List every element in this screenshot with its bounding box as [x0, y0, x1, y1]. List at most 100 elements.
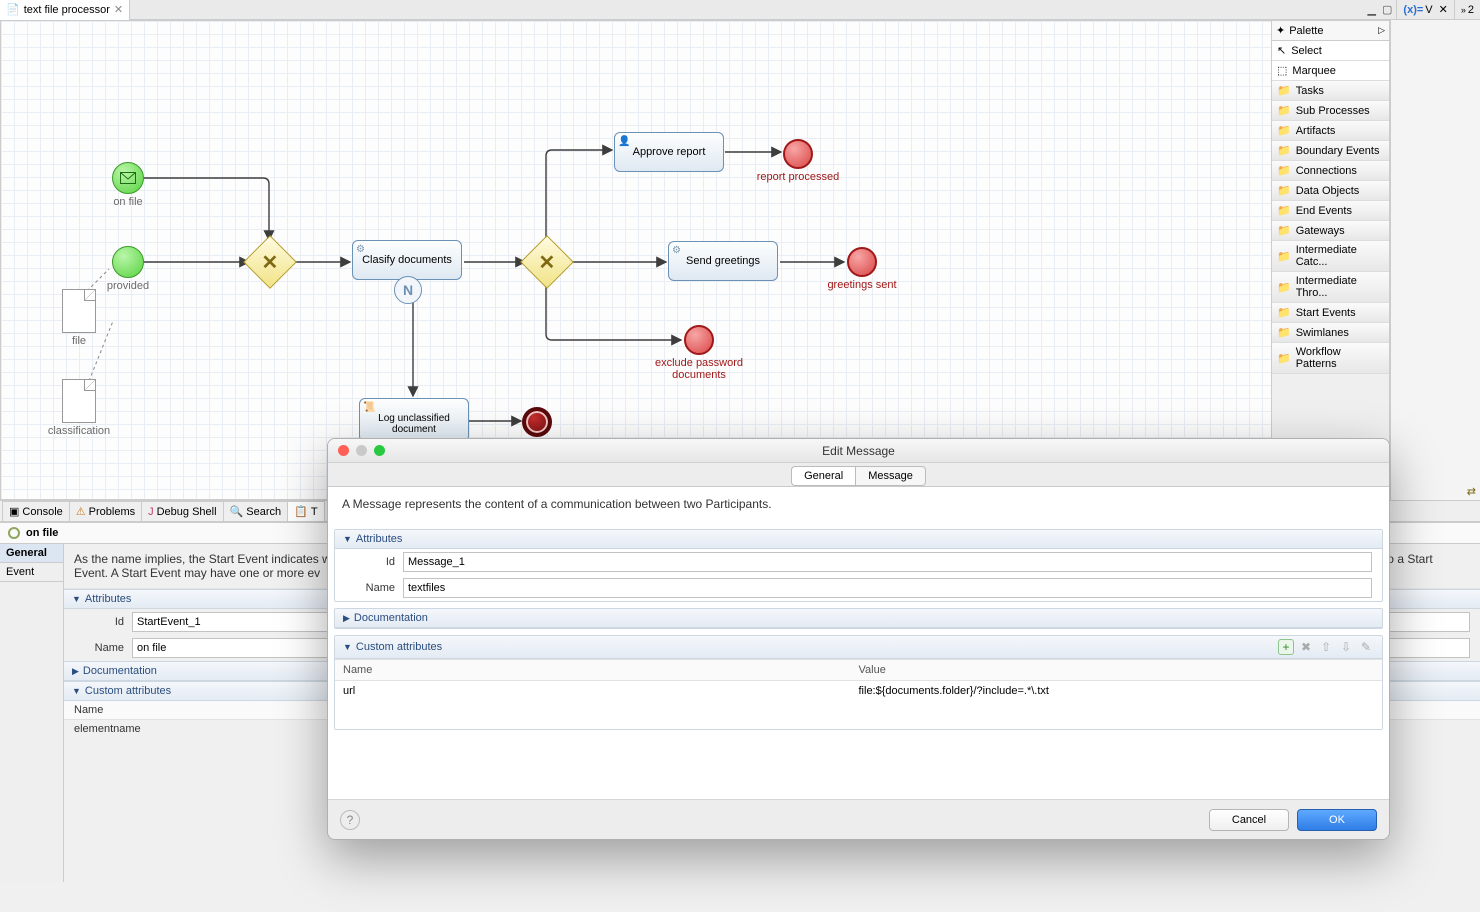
help-button[interactable]: ? [340, 810, 360, 830]
script-icon: 📜 [363, 402, 375, 413]
start-event-message-label: on file [58, 196, 198, 208]
col-value: Value [859, 664, 1375, 676]
palette-cat-tasks[interactable]: 📁Tasks [1272, 81, 1389, 101]
data-object-file[interactable]: file [62, 289, 96, 333]
properties-title: on file [26, 527, 58, 539]
chevron-down-icon: ▼ [72, 594, 81, 604]
dialog-section-custom-head[interactable]: ▼ Custom attributes + ✖ ⇧ ⇩ ✎ [335, 636, 1382, 659]
tab-console[interactable]: ▣Console [2, 501, 70, 521]
folder-icon: 📁 [1277, 84, 1291, 97]
chevron-right-icon[interactable]: ▷ [1378, 25, 1385, 36]
edit-attribute-button[interactable]: ✎ [1358, 639, 1374, 655]
folder-icon: 📁 [1277, 352, 1291, 365]
section-label: Documentation [83, 665, 157, 677]
dialog-name-input[interactable] [403, 578, 1372, 598]
dialog-section-documentation-head[interactable]: ▶Documentation [335, 609, 1382, 628]
palette-cat-connections[interactable]: 📁Connections [1272, 161, 1389, 181]
gateway-split[interactable]: ✕ [528, 243, 566, 281]
task-log-unclassified[interactable]: 📜Log unclassified document [359, 398, 469, 442]
palette-icon: ✦ [1276, 24, 1285, 37]
custom-attr-table-header: Name Value [335, 660, 1382, 681]
task-send-greetings[interactable]: ⚙Send greetings [668, 241, 778, 281]
palette-cat-label: Gateways [1296, 225, 1345, 237]
ok-button[interactable]: OK [1297, 809, 1377, 831]
palette-cat-swimlanes[interactable]: 📁Swimlanes [1272, 323, 1389, 343]
palette-header[interactable]: ✦ Palette ▷ [1272, 21, 1389, 41]
data-object-classification[interactable]: classification [62, 379, 96, 423]
palette-cat-workflowpatterns[interactable]: 📁Workflow Patterns [1272, 343, 1389, 374]
palette-cat-label: Sub Processes [1296, 105, 1370, 117]
palette-cat-endevents[interactable]: 📁End Events [1272, 201, 1389, 221]
folder-icon: 📁 [1277, 306, 1291, 319]
start-event-message[interactable]: on file [112, 162, 144, 194]
chevron-down-icon: ▼ [343, 642, 352, 652]
throw-event-exclude-pwd[interactable]: exclude password documents [684, 325, 714, 355]
link-icon[interactable]: ⇄ [1391, 483, 1480, 500]
properties-tab-general[interactable]: General [0, 544, 63, 563]
tab-problems-label: Problems [89, 506, 135, 518]
end-event-greetings-label: greetings sent [792, 279, 932, 291]
end-event-greetings-sent[interactable]: greetings sent [847, 247, 877, 277]
section-label: Custom attributes [85, 685, 171, 697]
bpmn-canvas[interactable]: on file provided file classification ✕ ⚙… [0, 20, 1272, 500]
tab-problems[interactable]: ⚠Problems [69, 501, 142, 521]
end-event-unclassified[interactable]: Unclassified document [522, 407, 552, 437]
cursor-icon: ↖ [1277, 44, 1286, 57]
close-icon[interactable]: ✕ [1439, 3, 1448, 16]
palette-tool-marquee[interactable]: ⬚Marquee [1272, 61, 1389, 81]
dialog-tab-general[interactable]: General [791, 466, 855, 486]
dialog-titlebar[interactable]: Edit Message [328, 439, 1389, 463]
palette-cat-startevents[interactable]: 📁Start Events [1272, 303, 1389, 323]
id-label: Id [74, 616, 124, 628]
task-approve-report[interactable]: 👤Approve report [614, 132, 724, 172]
start-event-plain[interactable]: provided [112, 246, 144, 278]
warning-icon: ⚠ [76, 505, 86, 518]
minimize-icon[interactable]: ▁ [1368, 3, 1376, 16]
editor-tab-processor[interactable]: 📄 text file processor ✕ [0, 0, 130, 20]
overflow-tab[interactable]: » 2 [1454, 0, 1480, 20]
properties-tab-event[interactable]: Event [0, 563, 63, 582]
cancel-button[interactable]: Cancel [1209, 809, 1289, 831]
palette-cat-intthrow[interactable]: 📁Intermediate Thro... [1272, 272, 1389, 303]
dialog-section-attributes: ▼Attributes Id Name [334, 529, 1383, 602]
palette-cat-dataobjects[interactable]: 📁Data Objects [1272, 181, 1389, 201]
tab-properties[interactable]: 📋T [287, 501, 324, 521]
custom-attr-row[interactable]: url file:${documents.folder}/?include=.*… [335, 681, 1382, 701]
tab-debug-shell[interactable]: JDebug Shell [141, 501, 223, 521]
maximize-icon[interactable]: ▢ [1382, 3, 1392, 16]
marquee-icon: ⬚ [1277, 64, 1287, 77]
palette-cat-boundary[interactable]: 📁Boundary Events [1272, 141, 1389, 161]
remove-attribute-button[interactable]: ✖ [1298, 639, 1314, 655]
custom-attr-empty-row [335, 701, 1382, 729]
variables-view-tab[interactable]: (x)= V ✕ [1396, 0, 1453, 20]
folder-icon: 📁 [1277, 204, 1291, 217]
add-attribute-button[interactable]: + [1278, 639, 1294, 655]
end-event-report-processed[interactable]: report processed [783, 139, 813, 169]
palette-tool-select[interactable]: ↖Select [1272, 41, 1389, 61]
custom-attr-name: url [343, 685, 859, 697]
custom-attr-value: file:${documents.folder}/?include=.*\.tx… [859, 685, 1375, 697]
palette-cat-subprocesses[interactable]: 📁Sub Processes [1272, 101, 1389, 121]
data-object-file-label: file [9, 335, 149, 347]
palette-cat-intcatch[interactable]: 📁Intermediate Catc... [1272, 241, 1389, 272]
dialog-section-documentation: ▶Documentation [334, 608, 1383, 629]
palette-cat-gateways[interactable]: 📁Gateways [1272, 221, 1389, 241]
tab-search[interactable]: 🔍Search [223, 501, 289, 521]
dialog-id-input[interactable] [403, 552, 1372, 572]
folder-icon: 📁 [1277, 164, 1291, 177]
editor-tab-label: text file processor [24, 4, 110, 16]
task-classify-documents[interactable]: ⚙Clasify documents N [352, 240, 462, 280]
close-icon[interactable]: ✕ [114, 3, 123, 16]
variables-view-label: V [1425, 4, 1432, 16]
section-label: Documentation [354, 612, 428, 624]
palette-cat-artifacts[interactable]: 📁Artifacts [1272, 121, 1389, 141]
dialog-tab-message[interactable]: Message [855, 466, 926, 486]
overflow-count: 2 [1468, 4, 1474, 16]
gateway-merge[interactable]: ✕ [251, 243, 289, 281]
folder-icon: 📁 [1277, 144, 1291, 157]
dialog-section-attributes-head[interactable]: ▼Attributes [335, 530, 1382, 549]
task-greetings-label: Send greetings [686, 255, 760, 267]
move-up-button[interactable]: ⇧ [1318, 639, 1334, 655]
move-down-button[interactable]: ⇩ [1338, 639, 1354, 655]
dialog-tabs: General Message [328, 463, 1389, 487]
